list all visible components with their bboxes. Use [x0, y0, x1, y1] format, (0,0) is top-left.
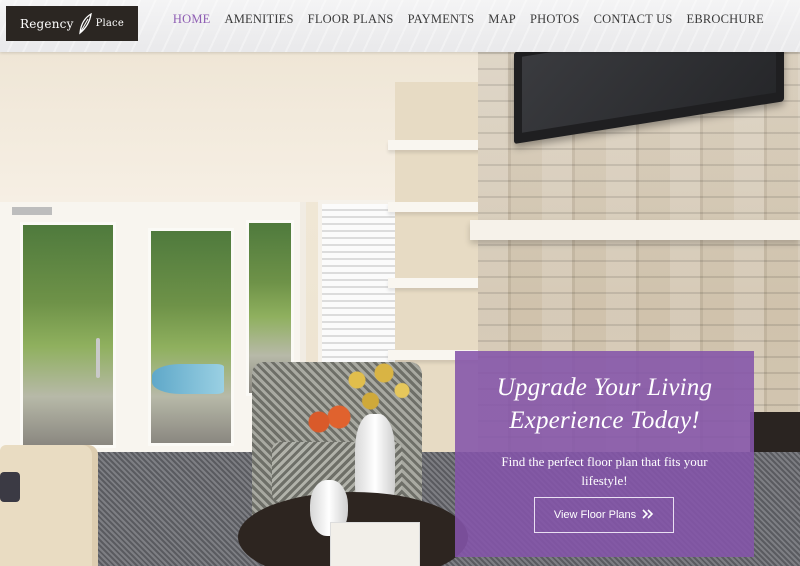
leaf-icon: [77, 12, 93, 35]
white-vase: [355, 414, 395, 504]
nav-floor-plans[interactable]: FLOOR PLANS: [308, 12, 394, 27]
logo-text-place: Place: [95, 18, 124, 29]
pillow: [0, 472, 20, 502]
nav-ebrochure[interactable]: EBROCHURE: [686, 12, 764, 27]
pool: [152, 364, 224, 394]
logo-text-regency: Regency: [20, 16, 74, 31]
nav-map[interactable]: MAP: [488, 12, 516, 27]
orange-flowers: [304, 397, 354, 447]
promo-headline: Upgrade Your Living Experience Today!: [455, 371, 754, 437]
shelf: [388, 140, 490, 150]
regency-place-logo[interactable]: Regency Place: [6, 6, 138, 41]
door-closer: [12, 207, 52, 215]
view-floor-plans-label: View Floor Plans: [553, 509, 637, 521]
promo-headline-line2: Experience Today!: [509, 407, 700, 434]
double-chevron-right-icon: [642, 508, 654, 522]
nav-photos[interactable]: PHOTOS: [530, 12, 580, 27]
view-floor-plans-button[interactable]: View Floor Plans: [534, 497, 674, 533]
shelf: [388, 278, 490, 288]
nav-contact-us[interactable]: CONTACT US: [594, 12, 673, 27]
gift-box: [330, 522, 420, 566]
promo-headline-line1: Upgrade Your Living: [496, 374, 713, 401]
sofa: [0, 445, 98, 566]
shelf: [388, 202, 490, 212]
door-handle: [96, 338, 100, 378]
fireplace-mantel: [470, 220, 800, 240]
site-header: Regency Place HOME AMENITIES FLOOR PLANS…: [0, 0, 800, 52]
door-glass-left: [20, 222, 116, 448]
promo-subtext: Find the perfect floor plan that fits yo…: [501, 454, 708, 488]
main-nav: HOME AMENITIES FLOOR PLANS PAYMENTS MAP …: [173, 0, 764, 38]
promo-card: Upgrade Your Living Experience Today! Fi…: [455, 351, 754, 557]
door-glass-right: [148, 228, 234, 446]
nav-amenities[interactable]: AMENITIES: [225, 12, 294, 27]
nav-home[interactable]: HOME: [173, 12, 211, 27]
nav-payments[interactable]: PAYMENTS: [408, 12, 475, 27]
